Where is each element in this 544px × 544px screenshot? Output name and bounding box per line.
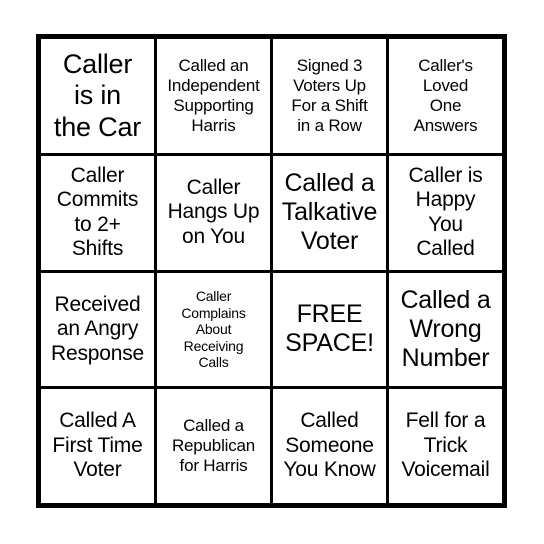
bingo-cell[interactable]: Called a Republican for Harris xyxy=(157,389,270,503)
bingo-cell-text: Fell for a Trick Voicemail xyxy=(401,409,490,482)
bingo-cell[interactable]: Called Someone You Know xyxy=(273,389,386,503)
bingo-cell[interactable]: Called a Wrong Number xyxy=(389,272,502,387)
bingo-cell-text: Called a Wrong Number xyxy=(400,285,491,373)
bingo-cell-text: Caller Complains About Receiving Calls xyxy=(181,288,246,370)
bingo-cell-text: Caller Commits to 2+ Shifts xyxy=(56,163,139,261)
bingo-cell-text: Caller is Happy You Called xyxy=(408,163,483,261)
bingo-cell[interactable]: Called A First Time Voter xyxy=(41,389,154,503)
bingo-cell[interactable]: Signed 3 Voters Up For a Shift in a Row xyxy=(273,39,386,153)
bingo-cell-text: Received an Angry Response xyxy=(51,292,144,365)
bingo-cell-free-space[interactable]: FREE SPACE! xyxy=(273,272,386,387)
bingo-cell[interactable]: Caller Hangs Up on You xyxy=(157,155,270,270)
bingo-cell-text: Caller's Loved One Answers xyxy=(413,56,478,135)
bingo-card: Caller is in the Car Called an Independe… xyxy=(36,34,507,508)
bingo-cell[interactable]: Called an Independent Supporting Harris xyxy=(157,39,270,153)
bingo-cell[interactable]: Received an Angry Response xyxy=(41,272,154,387)
bingo-cell-text: FREE SPACE! xyxy=(285,300,374,358)
bingo-cell-text: Caller Hangs Up on You xyxy=(167,175,260,248)
bingo-cell-text: Called a Republican for Harris xyxy=(171,416,256,476)
bingo-cell-text: Called Someone You Know xyxy=(283,409,376,482)
bingo-cell-text: Signed 3 Voters Up For a Shift in a Row xyxy=(291,56,368,135)
bingo-cell-text: Caller is in the Car xyxy=(53,48,142,142)
bingo-cell[interactable]: Fell for a Trick Voicemail xyxy=(389,389,502,503)
bingo-cell[interactable]: Caller is in the Car xyxy=(41,39,154,153)
bingo-cell[interactable]: Called a Talkative Voter xyxy=(273,155,386,270)
bingo-cell[interactable]: Caller Complains About Receiving Calls xyxy=(157,272,270,387)
bingo-cell-text: Called an Independent Supporting Harris xyxy=(167,56,260,135)
bingo-cell[interactable]: Caller Commits to 2+ Shifts xyxy=(41,155,154,270)
bingo-cell[interactable]: Caller is Happy You Called xyxy=(389,155,502,270)
bingo-cell-text: Called A First Time Voter xyxy=(52,409,143,482)
bingo-cell-text: Called a Talkative Voter xyxy=(281,168,378,256)
bingo-grid: Caller is in the Car Called an Independe… xyxy=(41,39,502,503)
bingo-cell[interactable]: Caller's Loved One Answers xyxy=(389,39,502,153)
